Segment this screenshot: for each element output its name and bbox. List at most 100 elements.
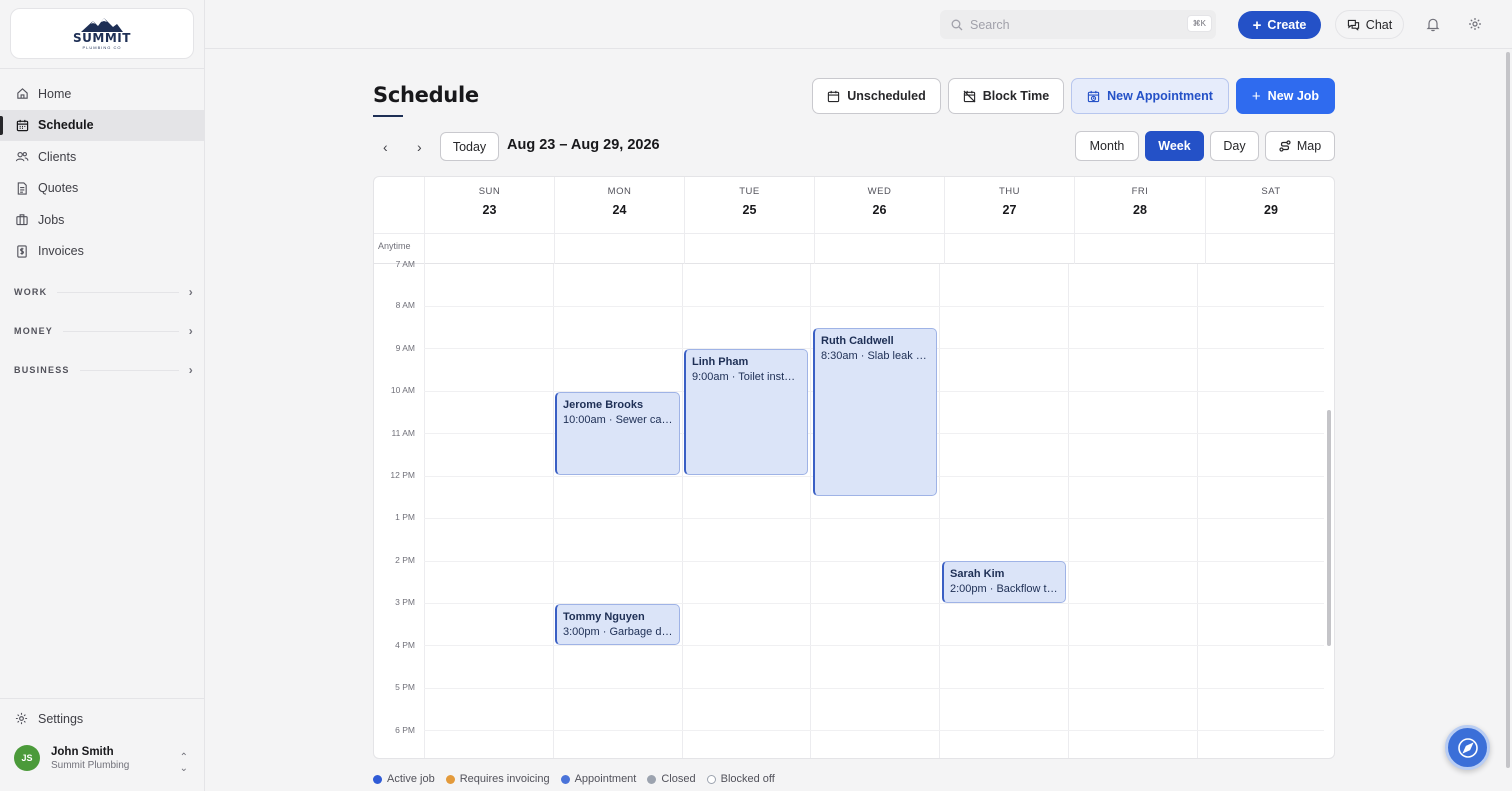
chevron-updown-icon: ⌃ ⌄ [179, 752, 188, 774]
calendar-event[interactable]: Ruth Caldwell 8:30am · Slab leak repair [813, 328, 937, 496]
day-name: MON [607, 186, 632, 197]
day-number: 24 [612, 203, 627, 217]
event-detail: 9:00am · Toilet installation [692, 371, 801, 383]
sidebar-item-invoices[interactable]: Invoices [0, 236, 204, 268]
legend-dot [445, 774, 455, 784]
day-number: 28 [1133, 203, 1147, 217]
bell-icon[interactable] [1426, 17, 1440, 32]
view-month-button[interactable]: Month [1075, 131, 1139, 161]
today-button[interactable]: Today [440, 132, 499, 161]
hour-label: 1 PM [395, 512, 415, 522]
user-menu[interactable]: JS John Smith Summit Plumbing ⌃ ⌄ [14, 745, 194, 774]
sidebar-item-schedule[interactable]: Schedule [0, 109, 204, 141]
create-button[interactable]: + Create [1238, 11, 1321, 39]
search-input[interactable]: Search ⌘K [940, 10, 1216, 39]
day-header-sat[interactable]: SAT 29 [1205, 177, 1334, 233]
sidebar-nav: Home Schedule Clients Quotes Jobs Invoic… [0, 78, 204, 267]
day-header-mon[interactable]: MON 24 [554, 177, 684, 233]
sidebar-item-quotes[interactable]: Quotes [0, 173, 204, 205]
day-number: 23 [482, 203, 497, 217]
grid-line [684, 233, 685, 264]
settings-label: Settings [38, 712, 84, 726]
brand-logo[interactable]: SUMMIT PLUMBING CO [10, 8, 194, 59]
chat-button[interactable]: Chat [1335, 10, 1404, 39]
sidebar-item-home[interactable]: Home [0, 78, 204, 110]
block-time-button[interactable]: Block Time [948, 78, 1064, 114]
gear-icon[interactable] [1468, 17, 1482, 31]
grid-line [424, 306, 1324, 307]
day-header-sun[interactable]: SUN 23 [424, 177, 554, 233]
grid-line [944, 233, 945, 264]
day-name: THU [998, 186, 1021, 197]
avatar: JS [14, 745, 40, 771]
sidebar-item-settings[interactable]: Settings [15, 712, 83, 726]
calendar-event[interactable]: Linh Pham 9:00am · Toilet installation [684, 349, 808, 475]
view-map-button[interactable]: Map [1265, 131, 1335, 161]
calendar-scrollbar[interactable] [1327, 410, 1331, 646]
calendar-event[interactable]: Sarah Kim 2:00pm · Backflow testing [942, 561, 1066, 603]
sidebar-item-label: Clients [38, 149, 77, 164]
legend-dot [560, 774, 570, 784]
sidebar-item-clients[interactable]: Clients [0, 141, 204, 173]
unscheduled-button[interactable]: Unscheduled [812, 78, 941, 114]
sidebar-item-jobs[interactable]: Jobs [0, 204, 204, 236]
legend-label: Active job [387, 773, 435, 785]
hour-label: 9 AM [395, 343, 415, 353]
user-org: Summit Plumbing [51, 759, 130, 771]
event-client: Tommy Nguyen [563, 611, 645, 623]
grid-line [424, 233, 425, 758]
day-header-wed[interactable]: WED 26 [814, 177, 944, 233]
document-icon [15, 181, 29, 195]
route-icon [1279, 140, 1291, 152]
section-label: MONEY [14, 326, 54, 336]
user-name: John Smith [51, 745, 114, 758]
sidebar-item-label: Quotes [38, 181, 79, 196]
page-scrollbar[interactable] [1506, 52, 1510, 768]
legend-dot [373, 774, 382, 784]
day-header-thu[interactable]: THU 27 [944, 177, 1074, 233]
grid-line [1068, 264, 1069, 758]
hour-label: 10 AM [390, 385, 415, 395]
day-name: WED [867, 186, 892, 197]
divider [0, 698, 204, 699]
grid-line [1074, 233, 1075, 264]
event-detail: 10:00am · Sewer camera inspection [563, 414, 673, 426]
calendar-event[interactable]: Jerome Brooks 10:00am · Sewer camera ins… [555, 392, 680, 475]
grid-line [554, 233, 555, 264]
view-day-button[interactable]: Day [1210, 131, 1259, 161]
view-map-label: Map [1296, 139, 1322, 153]
new-appointment-button[interactable]: New Appointment [1071, 78, 1229, 114]
calendar-event[interactable]: Tommy Nguyen 3:00pm · Garbage disposal [555, 604, 680, 645]
plus-icon: + [1252, 16, 1262, 34]
legend-dot [647, 774, 657, 784]
day-number: 27 [1002, 203, 1017, 217]
section-money[interactable]: MONEY › [14, 324, 194, 338]
grid-line [424, 645, 1324, 646]
new-job-button[interactable]: + New Job [1236, 78, 1335, 114]
chevron-right-icon: › [188, 363, 194, 377]
plus-icon: + [1251, 87, 1261, 105]
prev-week-button[interactable]: ‹ [383, 139, 388, 155]
search-placeholder: Search [970, 17, 1010, 32]
section-work[interactable]: WORK › [14, 285, 194, 299]
view-week-button[interactable]: Week [1145, 131, 1204, 161]
anytime-row[interactable] [374, 233, 1334, 264]
event-detail: 8:30am · Slab leak repair [821, 350, 930, 362]
legend-item: Requires invoicing [445, 773, 550, 785]
legend-label: Appointment [574, 773, 637, 785]
day-header-tue[interactable]: TUE 25 [684, 177, 814, 233]
next-week-button[interactable]: › [417, 139, 422, 155]
block-time-label: Block Time [982, 89, 1050, 103]
section-label: BUSINESS [14, 365, 70, 375]
calendar-icon [15, 118, 29, 132]
day-header-fri[interactable]: FRI 28 [1074, 177, 1205, 233]
chat-icon [1347, 19, 1360, 31]
day-number: 29 [1264, 203, 1278, 217]
section-business[interactable]: BUSINESS › [14, 363, 194, 377]
week-calendar: SUN 23 MON 24 TUE 25 WED 26 THU 27 FRI 2… [373, 176, 1335, 759]
brand-name: SUMMIT [73, 31, 131, 45]
anytime-label: Anytime [378, 241, 411, 251]
compass-fab-button[interactable] [1445, 725, 1490, 770]
grid-line [424, 688, 1324, 689]
chevron-right-icon: › [188, 285, 194, 299]
